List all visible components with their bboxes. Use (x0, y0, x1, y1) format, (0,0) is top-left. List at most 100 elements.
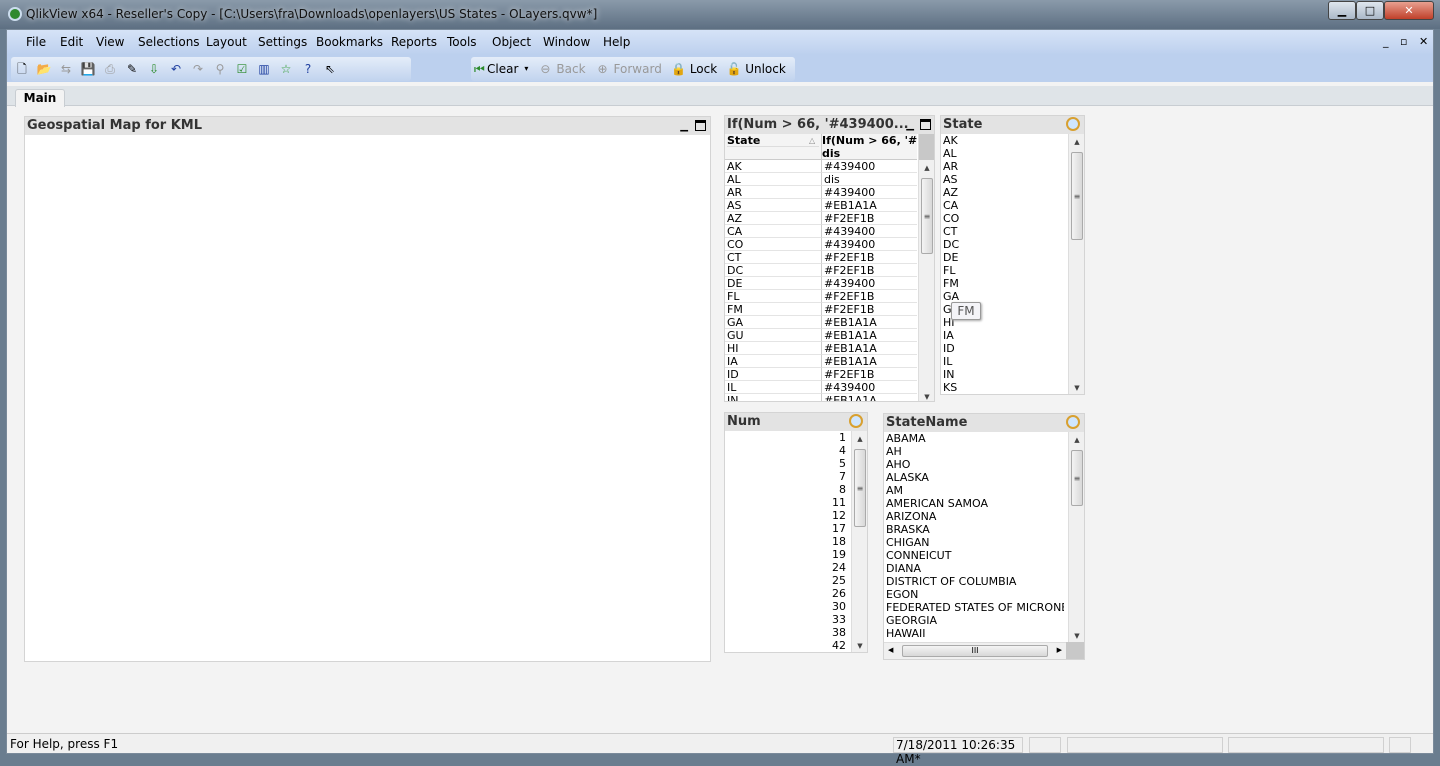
list-item[interactable]: 38 (725, 626, 846, 639)
list-item[interactable]: 18 (725, 535, 846, 548)
mdi-window-controls[interactable]: _ ▫ ✕ (1383, 35, 1432, 48)
new-icon[interactable]: 🗋 (14, 61, 30, 77)
list-item[interactable]: 30 (725, 600, 846, 613)
table-cell-value[interactable]: #F2EF1B (821, 264, 917, 277)
table-cell-value[interactable]: #439400 (821, 186, 917, 199)
table-cell-state[interactable]: FM (725, 303, 821, 316)
unlock-button[interactable]: Unlock (745, 57, 786, 81)
table-cell-value[interactable]: #F2EF1B (821, 303, 917, 316)
tab-main[interactable]: Main (15, 89, 65, 107)
list-item[interactable]: 7 (725, 470, 846, 483)
edit-script-icon[interactable]: ✎ (124, 61, 140, 77)
list-item[interactable]: DC (943, 238, 1063, 251)
list-item[interactable]: AM (886, 484, 1064, 497)
column-header-expression[interactable]: If(Num > 66, '#43 (821, 134, 917, 147)
table-cell-value[interactable]: #F2EF1B (821, 290, 917, 303)
scrollbar-thumb[interactable]: ≡ (1071, 450, 1083, 506)
num-scrollbar[interactable]: ▲ ≡ ▼ (851, 431, 867, 652)
scroll-down-arrow[interactable]: ▼ (1069, 384, 1085, 392)
list-item[interactable]: 24 (725, 561, 846, 574)
clear-dropdown-icon[interactable]: ▾ (524, 57, 528, 81)
menu-tools[interactable]: Tools (447, 35, 477, 49)
table-cell-state[interactable]: DE (725, 277, 821, 290)
scrollbar-thumb[interactable]: ≡ (854, 449, 866, 527)
menu-file[interactable]: File (26, 35, 46, 49)
chart-wizard-icon[interactable]: ▥ (256, 61, 272, 77)
search-icon[interactable]: ⚲ (212, 61, 228, 77)
list-item[interactable]: ALASKA (886, 471, 1064, 484)
geospatial-map-object[interactable]: Geospatial Map for KML ▁ (24, 116, 711, 662)
state-scrollbar[interactable]: ▲ ≡ ▼ (1068, 134, 1084, 394)
table-cell-value[interactable]: #439400 (821, 225, 917, 238)
list-item[interactable]: IN (943, 368, 1063, 381)
open-icon[interactable]: 📂 (36, 61, 52, 77)
list-item[interactable]: IA (943, 329, 1063, 342)
menu-window[interactable]: Window (543, 35, 590, 49)
list-item[interactable]: 11 (725, 496, 846, 509)
list-item[interactable]: CO (943, 212, 1063, 225)
table-cell-value[interactable]: #EB1A1A (821, 342, 917, 355)
scroll-up-arrow[interactable]: ▲ (919, 164, 934, 172)
list-item[interactable]: CT (943, 225, 1063, 238)
favorite-star-icon[interactable]: ☆ (278, 61, 294, 77)
list-item[interactable]: BRASKA (886, 523, 1064, 536)
list-item[interactable]: FEDERATED STATES OF MICRONES... (886, 601, 1064, 614)
scroll-up-arrow[interactable]: ▲ (1069, 436, 1085, 444)
num-listbox[interactable]: Num 1 4 5 7 8 11 12 17 18 19 24 25 26 30 33 38 42 ▲ ≡ ▼ (724, 412, 868, 653)
table-scrollbar[interactable]: ▲ ≡ ▼ (918, 134, 934, 401)
list-item[interactable]: DIANA (886, 562, 1064, 575)
statename-listbox[interactable]: StateName ABAMA AH AHO ALASKA AM AMERICAN SAM… (883, 413, 1085, 660)
list-item[interactable]: 4 (725, 444, 846, 457)
forward-button[interactable]: Forward (614, 57, 662, 81)
list-item[interactable]: HAWAII (886, 627, 1064, 640)
list-item[interactable]: AK (943, 134, 1063, 147)
list-item[interactable]: 19 (725, 548, 846, 561)
list-item[interactable]: AL (943, 147, 1063, 160)
list-item[interactable]: FL (943, 264, 1063, 277)
list-item[interactable]: AZ (943, 186, 1063, 199)
table-cell-value[interactable]: dis (821, 173, 917, 186)
list-item[interactable]: ABAMA (886, 432, 1064, 445)
list-item[interactable]: CA (943, 199, 1063, 212)
table-cell-state[interactable]: GU (725, 329, 821, 342)
table-cell-state[interactable]: AR (725, 186, 821, 199)
list-item[interactable]: AS (943, 173, 1063, 186)
table-cell-state[interactable]: IA (725, 355, 821, 368)
list-item[interactable]: CONNEICUT (886, 549, 1064, 562)
scrollbar-thumb[interactable]: ≡ (1071, 152, 1083, 240)
list-item[interactable]: DE (943, 251, 1063, 264)
list-item[interactable]: 25 (725, 574, 846, 587)
menu-selections[interactable]: Selections (138, 35, 200, 49)
straight-table-object[interactable]: If(Num > 66, '#439400... ▁ State △ If(Nu… (724, 115, 935, 402)
scroll-up-arrow[interactable]: ▲ (1069, 138, 1085, 146)
list-item[interactable]: KS (943, 381, 1063, 394)
list-item[interactable]: AH (886, 445, 1064, 458)
scrollbar-thumb[interactable]: ≡ (921, 178, 933, 254)
table-cell-state[interactable]: AS (725, 199, 821, 212)
clear-button[interactable]: Clear (487, 57, 518, 81)
search-icon[interactable] (1066, 415, 1080, 429)
table-cell-state[interactable]: IN (725, 394, 821, 401)
list-item[interactable]: 12 (725, 509, 846, 522)
redo-icon[interactable]: ↷ (190, 61, 206, 77)
table-cell-value[interactable]: #439400 (821, 277, 917, 290)
table-cell-state[interactable]: DC (725, 264, 821, 277)
menu-object[interactable]: Object (492, 35, 531, 49)
menu-bookmarks[interactable]: Bookmarks (316, 35, 383, 49)
statename-vscrollbar[interactable]: ▲ ≡ ▼ (1068, 432, 1084, 642)
minimize-button[interactable]: ▁ (1328, 1, 1356, 20)
list-item[interactable]: 26 (725, 587, 846, 600)
table-cell-state[interactable]: AL (725, 173, 821, 186)
list-item[interactable]: ID (943, 342, 1063, 355)
list-item[interactable]: GEORGIA (886, 614, 1064, 627)
table-cell-value[interactable]: #F2EF1B (821, 251, 917, 264)
minimize-object-icon[interactable]: ▁ (906, 120, 914, 131)
checkbox-icon[interactable]: ☑ (234, 61, 250, 77)
table-cell-state[interactable]: FL (725, 290, 821, 303)
help-icon[interactable]: ? (300, 61, 316, 77)
table-cell-value[interactable]: #EB1A1A (821, 316, 917, 329)
list-item[interactable]: CHIGAN (886, 536, 1064, 549)
list-item[interactable]: 8 (725, 483, 846, 496)
list-item[interactable]: 33 (725, 613, 846, 626)
menu-reports[interactable]: Reports (391, 35, 437, 49)
